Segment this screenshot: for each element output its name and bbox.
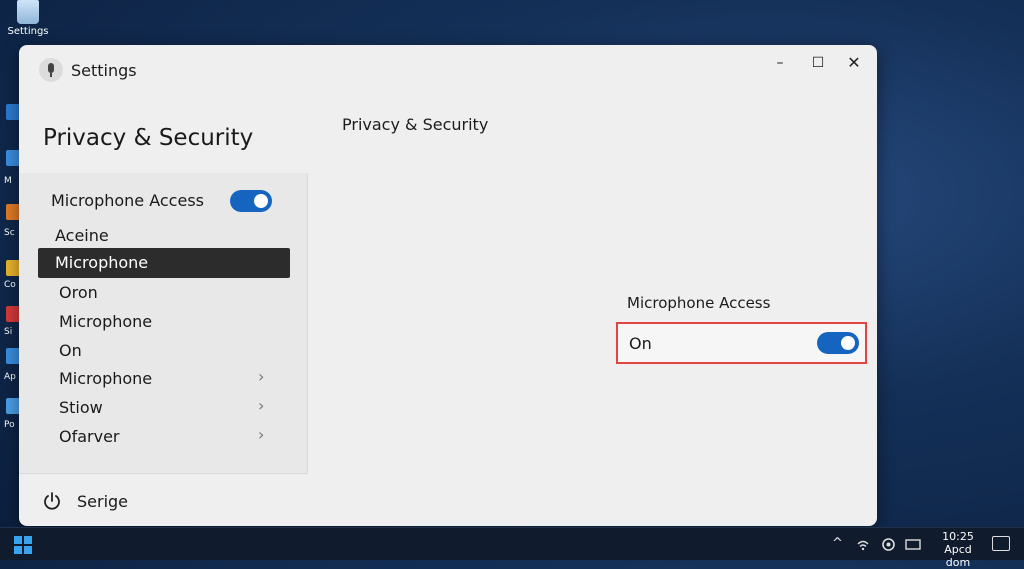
tray-overflow-button[interactable]: ^ [832, 536, 843, 551]
desktop-app-icon[interactable] [6, 348, 20, 364]
clock[interactable]: 10:25 Apcd dom [932, 530, 984, 569]
desktop-icon-label: Ap [4, 372, 16, 382]
maximize-button[interactable]: ☐ [803, 53, 833, 73]
clock-date: Apcd dom [944, 543, 972, 569]
microphone-icon [39, 58, 63, 82]
desktop-icon-label: Co [4, 280, 16, 290]
window-title: Settings [71, 61, 137, 80]
title-bar[interactable]: Settings – ☐ ✕ [19, 45, 877, 95]
desktop-app-icon[interactable] [6, 398, 20, 414]
minimize-button[interactable]: – [765, 53, 795, 73]
sidebar-item-selected[interactable]: Microphone [38, 248, 290, 278]
notification-icon[interactable] [992, 536, 1010, 551]
section-heading: Privacy & Security [342, 115, 489, 134]
sidebar-item[interactable]: Stiow [59, 398, 103, 417]
desktop-app-icon[interactable] [6, 104, 20, 120]
sidebar-header: Microphone Access [51, 191, 204, 210]
desktop-icon-label: Settings [7, 26, 49, 37]
sidebar-nav: Microphone Access Aceine Microphone Oron… [19, 173, 308, 474]
desktop-app-icon[interactable] [6, 150, 20, 166]
sidebar-item[interactable]: On [59, 341, 82, 360]
desktop-icon-label: Sc [4, 228, 15, 238]
settings-tray-icon[interactable] [881, 537, 896, 552]
desktop-app-icon[interactable] [6, 204, 20, 220]
microphone-access-setting[interactable]: On [616, 322, 867, 364]
display-icon[interactable] [905, 538, 921, 551]
page-title: Privacy & Security [43, 125, 254, 151]
desktop-app-icon[interactable] [6, 306, 20, 322]
start-button[interactable] [14, 536, 32, 554]
chevron-right-icon: › [258, 367, 265, 386]
microphone-access-label: Microphone Access [627, 294, 771, 312]
close-button[interactable]: ✕ [839, 53, 869, 73]
desktop-icon-label: M [4, 176, 12, 186]
taskbar: ^ 10:25 Apcd dom [0, 527, 1024, 569]
desktop-icon-settings[interactable]: Settings [4, 0, 52, 37]
sidebar-item[interactable]: Microphone [59, 369, 152, 388]
recycle-bin-icon [17, 0, 39, 24]
sidebar-item[interactable]: Oron [59, 283, 98, 302]
clock-time: 10:25 [942, 530, 974, 543]
wifi-icon[interactable] [856, 538, 870, 552]
settings-window: Settings – ☐ ✕ Privacy & Security Privac… [19, 45, 877, 526]
footer-label[interactable]: Serige [77, 492, 128, 511]
power-icon[interactable] [42, 491, 62, 511]
microphone-access-state: On [629, 334, 652, 353]
desktop-app-icon[interactable] [6, 260, 20, 276]
microphone-access-toggle[interactable] [817, 332, 859, 354]
sidebar-item[interactable]: Aceine [55, 226, 109, 245]
sidebar-item[interactable]: Microphone [59, 312, 152, 331]
chevron-right-icon: › [258, 396, 265, 415]
microphone-access-toggle-sidebar[interactable] [230, 190, 272, 212]
desktop-icon-label: Po [4, 420, 15, 430]
sidebar-item[interactable]: Ofarver [59, 427, 120, 446]
desktop-icon-label: Si [4, 327, 13, 337]
chevron-right-icon: › [258, 425, 265, 444]
